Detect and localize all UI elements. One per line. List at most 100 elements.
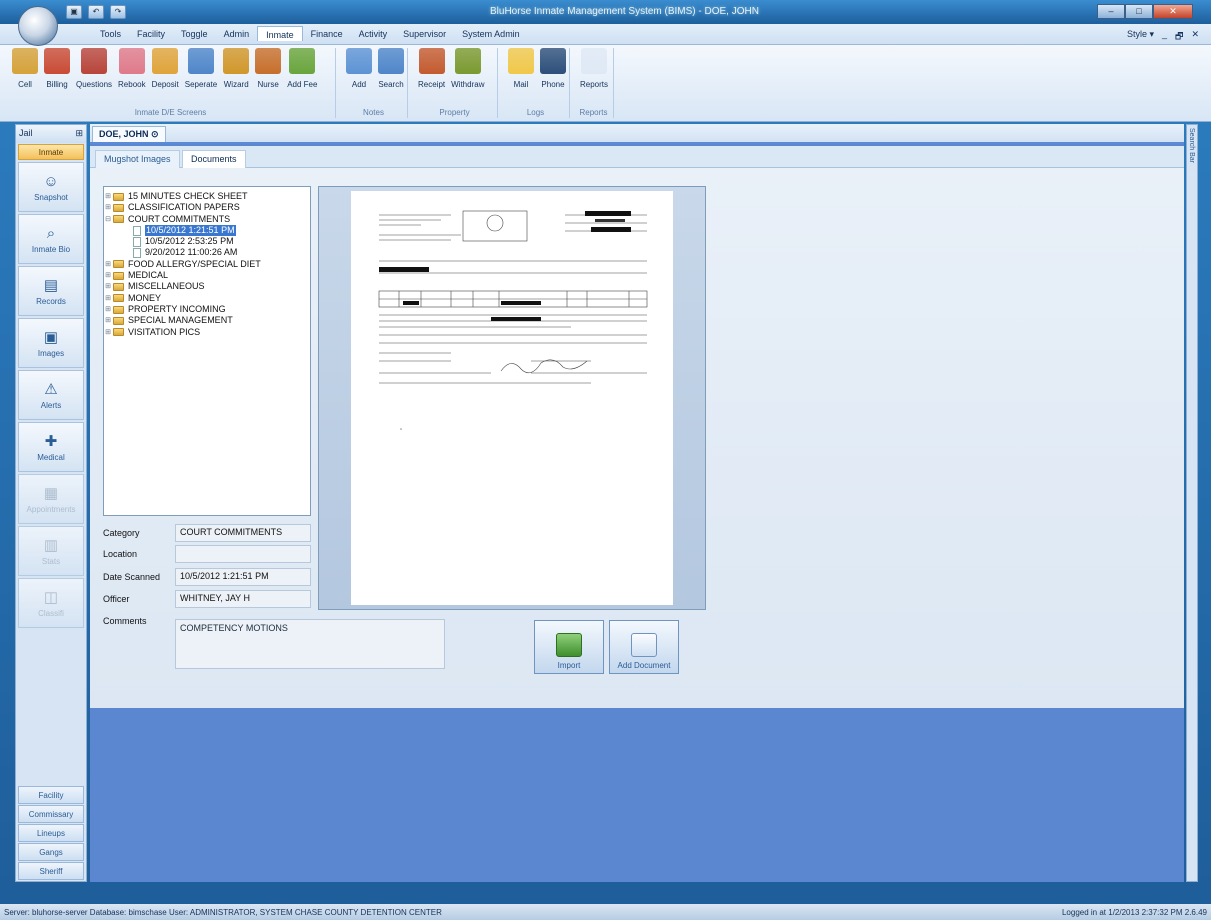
- expand-icon[interactable]: ⊞: [104, 202, 112, 213]
- pin-icon[interactable]: ⊞: [75, 128, 83, 140]
- expand-icon[interactable]: ⊞: [104, 270, 112, 281]
- expand-icon[interactable]: ⊞: [104, 281, 112, 292]
- menu-toggle[interactable]: Toggle: [173, 28, 216, 41]
- officer-field[interactable]: WHITNEY, JAY H: [175, 590, 311, 608]
- search-bar-label: Search Bar: [1188, 128, 1195, 164]
- sidebar-item-appointments[interactable]: ▦ Appointments: [18, 474, 84, 524]
- sidebar-item-records[interactable]: ▤ Records: [18, 266, 84, 316]
- sidebar-footer-lineups[interactable]: Lineups: [18, 824, 84, 842]
- sidebar-item-stats[interactable]: ▥ Stats: [18, 526, 84, 576]
- search-bar-panel[interactable]: Search Bar: [1186, 124, 1198, 882]
- tab-documents[interactable]: Documents: [182, 150, 246, 168]
- ribbon-button-questions[interactable]: Questions: [73, 48, 115, 89]
- tree-folder[interactable]: ⊞ MEDICAL: [104, 270, 310, 281]
- tree-folder[interactable]: ⊞ PROPERTY INCOMING: [104, 304, 310, 315]
- ribbon-button-label: Add: [351, 80, 367, 89]
- cell-icon: [12, 48, 38, 74]
- ribbon-button-rebook[interactable]: Rebook: [115, 48, 149, 89]
- sidebar-tab-inmate[interactable]: Inmate: [18, 144, 84, 160]
- add-document-button[interactable]: Add Document: [609, 620, 679, 674]
- sidebar-item-alerts[interactable]: ⚠ Alerts: [18, 370, 84, 420]
- sidebar-footer-gangs[interactable]: Gangs: [18, 843, 84, 861]
- save-icon[interactable]: ▣: [66, 5, 82, 19]
- rebook-icon: [118, 48, 145, 74]
- tree-folder[interactable]: ⊞ SPECIAL MANAGEMENT: [104, 315, 310, 326]
- application-menu-orb[interactable]: [18, 6, 58, 46]
- tree-folder[interactable]: ⊞ 15 MINUTES CHECK SHEET: [104, 191, 310, 202]
- collapse-icon[interactable]: ⊟: [104, 214, 112, 225]
- sidebar-item-medical[interactable]: ✚ Medical: [18, 422, 84, 472]
- officer-row: Officer WHITNEY, JAY H: [103, 590, 311, 608]
- tree-document[interactable]: 10/5/2012 1:21:51 PM: [104, 224, 310, 237]
- maximize-button[interactable]: □: [1125, 4, 1153, 19]
- ribbon-button-search[interactable]: Search: [375, 48, 407, 89]
- ribbon-button-add[interactable]: Add: [343, 48, 375, 89]
- minimize-ribbon-icon[interactable]: _: [1162, 29, 1167, 45]
- expand-icon[interactable]: ⊞: [104, 293, 112, 304]
- sidebar-item-label: Images: [37, 349, 65, 358]
- tree-folder[interactable]: ⊟ COURT COMMITMENTS: [104, 214, 310, 225]
- tree-folder[interactable]: ⊞ VISITATION PICS: [104, 327, 310, 338]
- menu-facility[interactable]: Facility: [129, 28, 173, 41]
- menu-inmate[interactable]: Inmate: [257, 26, 303, 41]
- expand-icon[interactable]: ⊞: [104, 259, 112, 270]
- ribbon-button-reports[interactable]: Reports: [577, 48, 611, 89]
- close-doc-icon[interactable]: ✕: [1191, 29, 1199, 45]
- mail-icon: [508, 48, 534, 74]
- tree-folder[interactable]: ⊞ MONEY: [104, 293, 310, 304]
- ribbon-button-withdraw[interactable]: Withdraw: [448, 48, 487, 89]
- location-field[interactable]: [175, 545, 311, 563]
- folder-icon: [113, 192, 124, 201]
- tab-mugshot-images[interactable]: Mugshot Images: [95, 150, 180, 168]
- category-field[interactable]: COURT COMMITMENTS: [175, 524, 311, 542]
- import-button[interactable]: Import: [534, 620, 604, 674]
- document-icon: [133, 248, 141, 259]
- ribbon-button-mail[interactable]: Mail: [505, 48, 537, 89]
- folder-icon: [113, 260, 124, 269]
- menu-system-admin[interactable]: System Admin: [454, 28, 528, 41]
- expand-icon[interactable]: ⊞: [104, 191, 112, 202]
- document-tree[interactable]: ⊞ 15 MINUTES CHECK SHEET ⊞ CLASSIFICATION P…: [103, 186, 311, 516]
- tree-document[interactable]: 10/5/2012 2:53:25 PM: [104, 236, 310, 247]
- sidebar-item-snapshot[interactable]: ☺ Snapshot: [18, 162, 84, 212]
- sidebar-footer-sheriff[interactable]: Sheriff: [18, 862, 84, 880]
- tree-folder[interactable]: ⊞ FOOD ALLERGY/SPECIAL DIET: [104, 259, 310, 270]
- menu-finance[interactable]: Finance: [303, 28, 351, 41]
- sidebar-footer-commissary[interactable]: Commissary: [18, 805, 84, 823]
- style-menu[interactable]: Style ▾: [1127, 29, 1154, 45]
- menu-supervisor[interactable]: Supervisor: [395, 28, 454, 41]
- ribbon-button-seperate[interactable]: Seperate: [182, 48, 220, 89]
- tree-folder[interactable]: ⊞ CLASSIFICATION PAPERS: [104, 202, 310, 213]
- folder-icon: [113, 316, 124, 325]
- menu-tools[interactable]: Tools: [92, 28, 129, 41]
- ribbon-button-deposit[interactable]: Deposit: [149, 48, 182, 89]
- ribbon-button-wizard[interactable]: Wizard: [220, 48, 252, 89]
- redo-icon[interactable]: ↷: [110, 5, 126, 19]
- expand-icon[interactable]: ⊞: [104, 304, 112, 315]
- tree-folder[interactable]: ⊞ MISCELLANEOUS: [104, 281, 310, 292]
- sidebar-footer-facility[interactable]: Facility: [18, 786, 84, 804]
- menu-admin[interactable]: Admin: [216, 28, 258, 41]
- sidebar-item-classifi[interactable]: ◫ Classifi: [18, 578, 84, 628]
- sidebar-item-inmate-bio[interactable]: ⌕ Inmate Bio: [18, 214, 84, 264]
- ribbon-button-receipt[interactable]: Receipt: [415, 48, 448, 89]
- expand-icon[interactable]: ⊞: [104, 327, 112, 338]
- undo-icon[interactable]: ↶: [88, 5, 104, 19]
- expand-icon[interactable]: ⊞: [104, 315, 112, 326]
- restore-icon[interactable]: 🗗: [1175, 29, 1183, 45]
- sidebar-item-images[interactable]: ▣ Images: [18, 318, 84, 368]
- minimize-button[interactable]: –: [1097, 4, 1125, 19]
- ribbon-button-phone[interactable]: Phone: [537, 48, 569, 89]
- comments-field[interactable]: COMPETENCY MOTIONS: [175, 619, 445, 669]
- menu-activity[interactable]: Activity: [351, 28, 396, 41]
- ribbon-button-nurse[interactable]: Nurse: [252, 48, 284, 89]
- menu-list: Tools Facility Toggle Admin Inmate Finance Act…: [92, 26, 528, 41]
- sidebar-item-label: Snapshot: [34, 192, 68, 202]
- tree-document[interactable]: 9/20/2012 11:00:26 AM: [104, 247, 310, 259]
- ribbon-button-add-fee[interactable]: Add Fee: [284, 48, 320, 89]
- tab-doe-john[interactable]: DOE, JOHN ⊙: [92, 126, 166, 142]
- ribbon-button-cell[interactable]: Cell: [9, 48, 41, 89]
- ribbon-button-billing[interactable]: Billing: [41, 48, 73, 89]
- date-scanned-field[interactable]: 10/5/2012 1:21:51 PM: [175, 568, 311, 586]
- close-button[interactable]: ✕: [1153, 4, 1193, 19]
